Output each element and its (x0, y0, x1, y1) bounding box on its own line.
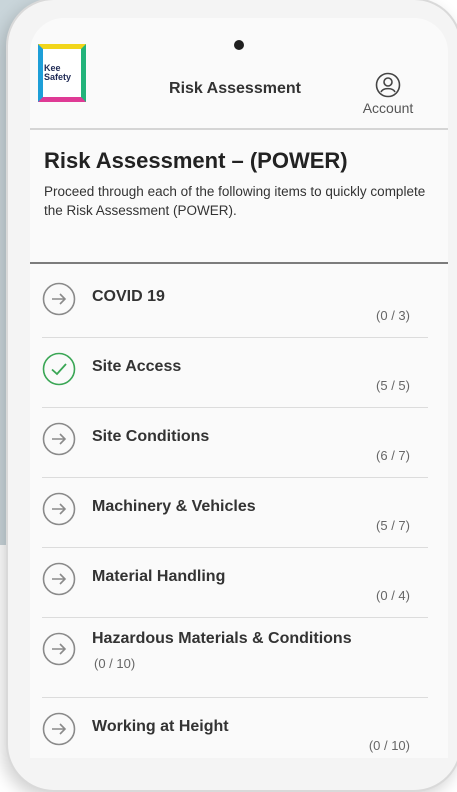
item-label: Working at Height (92, 718, 229, 735)
item-label: Machinery & Vehicles (92, 498, 256, 515)
arrow-right-circle-icon (42, 422, 76, 456)
logo-text: Kee Safety (44, 63, 72, 82)
item-count: (0 / 10) (368, 738, 410, 753)
account-button[interactable]: Account (356, 72, 420, 116)
list-item-covid-19[interactable]: COVID 19 (0 / 3) (30, 268, 448, 338)
item-label: Material Handling (92, 568, 226, 585)
item-label: Site Access (92, 358, 182, 375)
header-title: Risk Assessment (169, 80, 301, 97)
item-label: Hazardous Materials & Conditions (92, 630, 352, 647)
app-header: Kee Safety Risk Assessment Account (30, 18, 448, 130)
item-count: (0 / 3) (376, 308, 410, 323)
list-item-hazardous-materials[interactable]: Hazardous Materials & Conditions (0 / 10… (30, 618, 448, 698)
item-count: (5 / 7) (376, 518, 410, 533)
app-screen: Kee Safety Risk Assessment Account Risk … (30, 18, 448, 758)
page-description: Proceed through each of the following it… (44, 184, 426, 218)
arrow-right-circle-icon (42, 632, 76, 666)
item-label: COVID 19 (92, 288, 165, 305)
item-count: (0 / 4) (376, 588, 410, 603)
account-label: Account (362, 100, 414, 116)
phone-frame: Kee Safety Risk Assessment Account Risk … (6, 0, 457, 792)
account-icon (375, 72, 401, 98)
brand-logo: Kee Safety (38, 44, 86, 102)
arrow-right-circle-icon (42, 492, 76, 526)
item-count: (6 / 7) (376, 448, 410, 463)
list-item-site-access[interactable]: Site Access (5 / 5) (30, 338, 448, 408)
arrow-right-circle-icon (42, 712, 76, 746)
intro-section: Risk Assessment – (POWER) Proceed throug… (44, 148, 434, 220)
front-camera (234, 40, 244, 50)
list-item-material-handling[interactable]: Material Handling (0 / 4) (30, 548, 448, 618)
list-item-machinery-vehicles[interactable]: Machinery & Vehicles (5 / 7) (30, 478, 448, 548)
item-count: (0 / 10) (94, 656, 136, 671)
section-divider (30, 262, 448, 264)
list-item-site-conditions[interactable]: Site Conditions (6 / 7) (30, 408, 448, 478)
check-circle-icon (42, 352, 76, 386)
item-count: (5 / 5) (376, 378, 410, 393)
item-label: Site Conditions (92, 428, 210, 445)
page-title: Risk Assessment – (POWER) (44, 148, 348, 173)
list-item-working-at-height[interactable]: Working at Height (0 / 10) (30, 698, 448, 758)
arrow-right-circle-icon (42, 282, 76, 316)
arrow-right-circle-icon (42, 562, 76, 596)
